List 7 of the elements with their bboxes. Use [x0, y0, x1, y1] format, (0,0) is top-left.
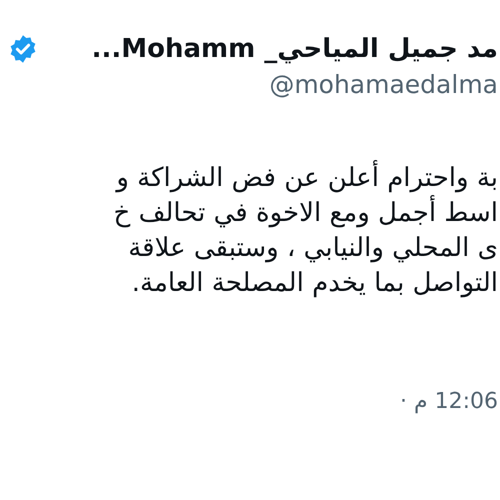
tweet-timestamp[interactable]: 12:06 م ·: [400, 389, 498, 414]
author-name[interactable]: مد جميل المياحي_ Mohamm...: [92, 34, 498, 64]
author-handle[interactable]: @mohamaedalma: [269, 70, 498, 99]
tweet-text-line: التواصل بما يخدم المصلحة العامة.: [132, 267, 498, 300]
tweet-text-line: بة واحترام أعلن عن فض الشراكة و: [116, 161, 498, 196]
tweet-text-line: اسط أجمل ومع الاخوة في تحالف خ: [114, 196, 498, 231]
tweet-text-line: ى المحلي والنيابي ، وستبقى علاقة: [128, 232, 498, 265]
